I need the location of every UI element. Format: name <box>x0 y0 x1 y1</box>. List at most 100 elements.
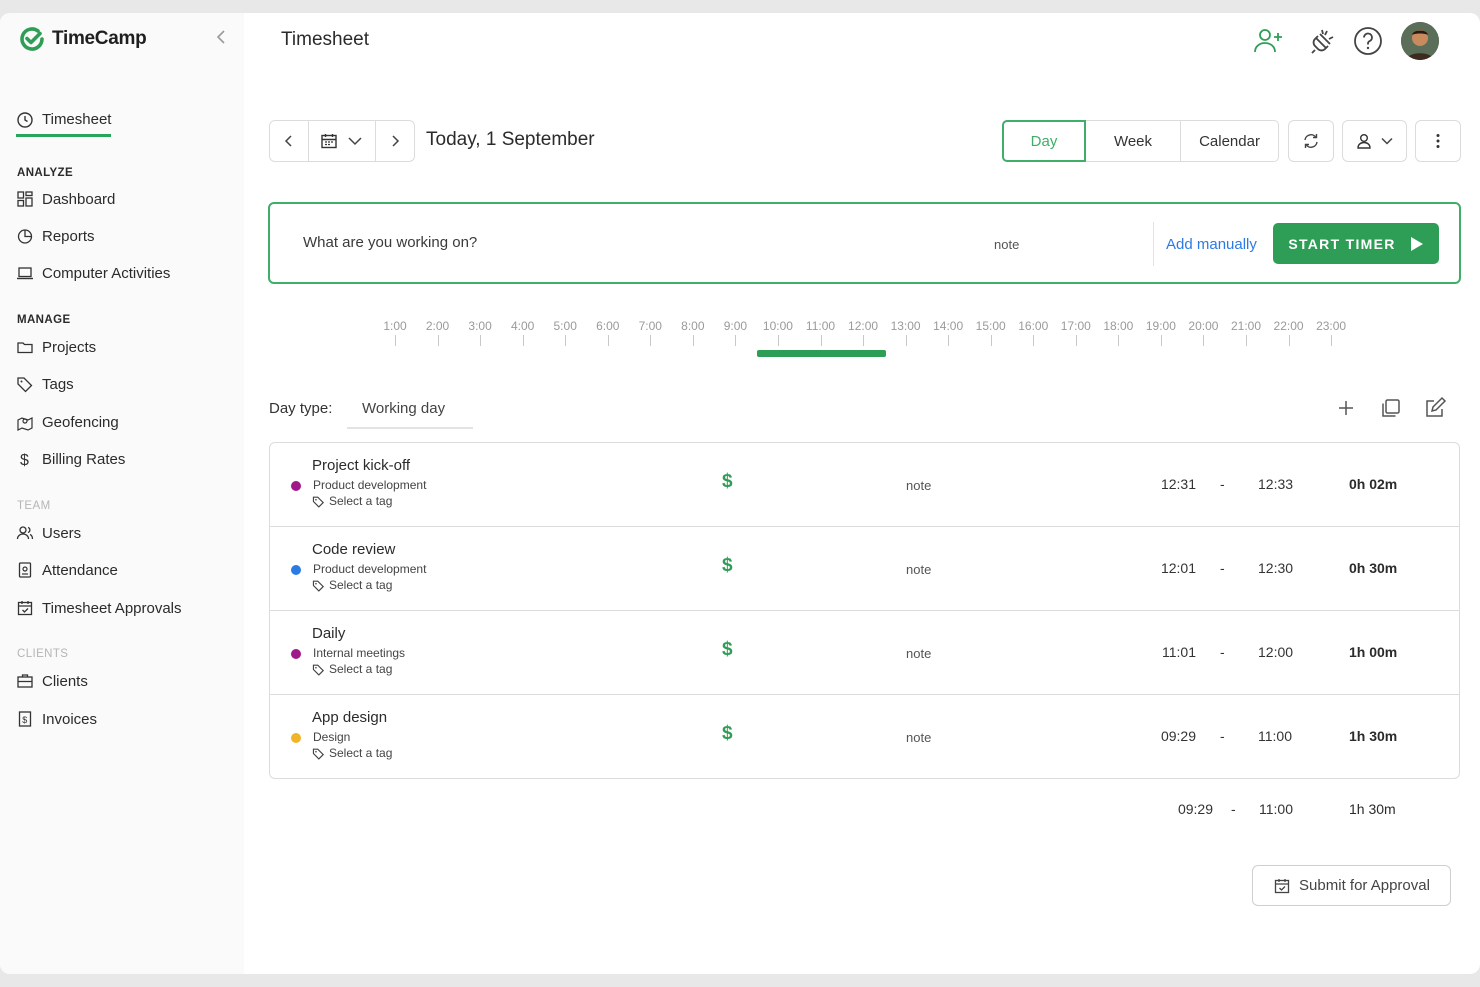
entry-task-name[interactable]: App design <box>312 709 387 726</box>
entry-end-time[interactable]: 11:00 <box>1258 728 1292 744</box>
start-timer-label: START TIMER <box>1288 235 1396 252</box>
entry-note[interactable]: note <box>906 478 931 493</box>
entry-duration[interactable]: 0h 30m <box>1349 560 1397 576</box>
logo[interactable]: TimeCamp <box>18 25 147 53</box>
submit-for-approval-button[interactable]: Submit for Approval <box>1252 865 1451 906</box>
chevron-left-icon <box>216 30 225 44</box>
tag-icon <box>312 580 325 592</box>
sidebar-item-invoices[interactable]: $ Invoices <box>16 708 97 730</box>
entry-start-time[interactable]: 09:29 <box>1140 728 1196 744</box>
time-entry-row[interactable]: Project kick-off Product development Selec… <box>270 443 1459 527</box>
billable-toggle[interactable]: $ <box>722 555 733 577</box>
sidebar-item-tags[interactable]: Tags <box>16 373 74 395</box>
app-window: TimeCamp Timesheet ANALYZE Dashboard Rep… <box>0 13 1480 974</box>
refresh-button[interactable] <box>1288 120 1334 162</box>
tab-week[interactable]: Week <box>1085 120 1181 162</box>
entry-project-name[interactable]: Internal meetings <box>313 646 405 660</box>
day-type-select[interactable]: Working day <box>347 393 473 429</box>
sidebar-item-billing-rates[interactable]: $ Billing Rates <box>16 448 125 470</box>
timeline-tick <box>820 335 822 346</box>
user-filter-button[interactable] <box>1342 120 1407 162</box>
sidebar-item-attendance[interactable]: Attendance <box>16 559 118 581</box>
billable-toggle[interactable]: $ <box>722 723 733 745</box>
entry-note[interactable]: note <box>906 730 931 745</box>
copy-entries-button[interactable] <box>1379 396 1403 420</box>
entry-end-time[interactable]: 12:30 <box>1258 560 1293 576</box>
timeline-tick <box>948 335 950 346</box>
avatar[interactable] <box>1401 22 1439 60</box>
entry-start-time[interactable]: 12:31 <box>1140 476 1196 492</box>
entry-start-time[interactable]: 12:01 <box>1140 560 1196 576</box>
timeline-tick <box>1160 335 1162 346</box>
chevron-down-icon <box>348 137 362 146</box>
day-type-label: Day type: <box>269 400 333 417</box>
time-entry-row[interactable]: Daily Internal meetings Select a tag $ note 1… <box>270 611 1459 695</box>
timeline-tick <box>1288 335 1290 346</box>
sidebar-item-label: Projects <box>42 338 97 356</box>
integrations-button[interactable] <box>1307 25 1339 57</box>
tab-day[interactable]: Day <box>1002 120 1086 162</box>
sidebar-item-computer-activities[interactable]: Computer Activities <box>16 262 170 284</box>
sidebar: TimeCamp Timesheet ANALYZE Dashboard Rep… <box>0 13 244 974</box>
sidebar-item-reports[interactable]: Reports <box>16 225 95 247</box>
sidebar-item-users[interactable]: Users <box>16 522 81 544</box>
entry-task-name[interactable]: Code review <box>312 541 395 558</box>
next-day-button[interactable] <box>375 120 415 162</box>
timeline-tick <box>650 335 652 346</box>
entry-note[interactable]: note <box>906 562 931 577</box>
help-button[interactable] <box>1352 25 1384 57</box>
tab-calendar[interactable]: Calendar <box>1180 120 1279 162</box>
entry-tag-selector[interactable]: Select a tag <box>312 578 392 592</box>
entry-duration[interactable]: 1h 30m <box>1349 728 1397 744</box>
timeline-hour-label: 2:00 <box>425 319 450 333</box>
collapse-sidebar-button[interactable] <box>212 27 232 47</box>
entry-duration[interactable]: 1h 00m <box>1349 644 1397 660</box>
entry-tag-selector[interactable]: Select a tag <box>312 494 392 508</box>
add-manually-link[interactable]: Add manually <box>1166 236 1257 253</box>
edit-entries-button[interactable] <box>1423 396 1447 420</box>
more-options-button[interactable] <box>1415 120 1461 162</box>
entry-tag-selector[interactable]: Select a tag <box>312 662 392 676</box>
entry-end-time[interactable]: 12:00 <box>1258 644 1293 660</box>
task-description-input[interactable] <box>303 234 903 251</box>
tag-icon <box>17 377 33 393</box>
previous-day-button[interactable] <box>269 120 309 162</box>
timeline-hour-label: 6:00 <box>596 319 620 333</box>
timeline-hour-label: 5:00 <box>553 319 577 333</box>
sidebar-item-geofencing[interactable]: Geofencing <box>16 411 119 433</box>
clock-icon <box>17 111 33 128</box>
entry-task-name[interactable]: Project kick-off <box>312 457 410 474</box>
timeline-tracked-bar[interactable] <box>756 350 887 357</box>
sidebar-item-clients[interactable]: Clients <box>16 670 88 692</box>
entry-start-time[interactable]: 11:01 <box>1140 644 1196 660</box>
entry-note[interactable]: note <box>906 646 931 661</box>
sidebar-item-timesheet-approvals[interactable]: Timesheet Approvals <box>16 597 182 619</box>
project-color-dot <box>291 481 301 491</box>
summary-start-time: 09:29 <box>1177 801 1213 817</box>
entry-tag-selector[interactable]: Select a tag <box>312 746 392 760</box>
time-entry-row[interactable]: App design Design Select a tag $ note 09:29 - 1… <box>270 695 1459 778</box>
sidebar-item-dashboard[interactable]: Dashboard <box>16 188 115 210</box>
timer-bar: note Add manually START TIMER <box>268 202 1461 284</box>
timeline-tick <box>863 335 865 346</box>
project-color-dot <box>291 565 301 575</box>
timeline-hour-label: 23:00 <box>1316 319 1347 333</box>
billable-toggle[interactable]: $ <box>722 471 733 493</box>
entry-project-name[interactable]: Product development <box>313 562 426 576</box>
time-entry-row[interactable]: Code review Product development Select a t… <box>270 527 1459 611</box>
billable-toggle[interactable]: $ <box>722 639 733 661</box>
entry-duration[interactable]: 0h 02m <box>1349 476 1397 492</box>
invite-user-button[interactable] <box>1252 25 1284 57</box>
entry-task-name[interactable]: Daily <box>312 625 345 642</box>
entry-project-name[interactable]: Design <box>313 730 350 744</box>
sidebar-item-projects[interactable]: Projects <box>16 336 96 358</box>
add-entry-button[interactable] <box>1334 396 1358 420</box>
timeline-hour-label: 21:00 <box>1230 319 1262 333</box>
entry-tag-label: Select a tag <box>329 662 393 676</box>
start-timer-button[interactable]: START TIMER <box>1273 223 1439 264</box>
entry-end-time[interactable]: 12:33 <box>1258 476 1293 492</box>
date-picker-button[interactable] <box>308 120 376 162</box>
sidebar-item-timesheet[interactable]: Timesheet <box>16 109 112 137</box>
entry-project-name[interactable]: Product development <box>313 478 426 492</box>
timer-note-field[interactable]: note <box>994 237 1019 252</box>
